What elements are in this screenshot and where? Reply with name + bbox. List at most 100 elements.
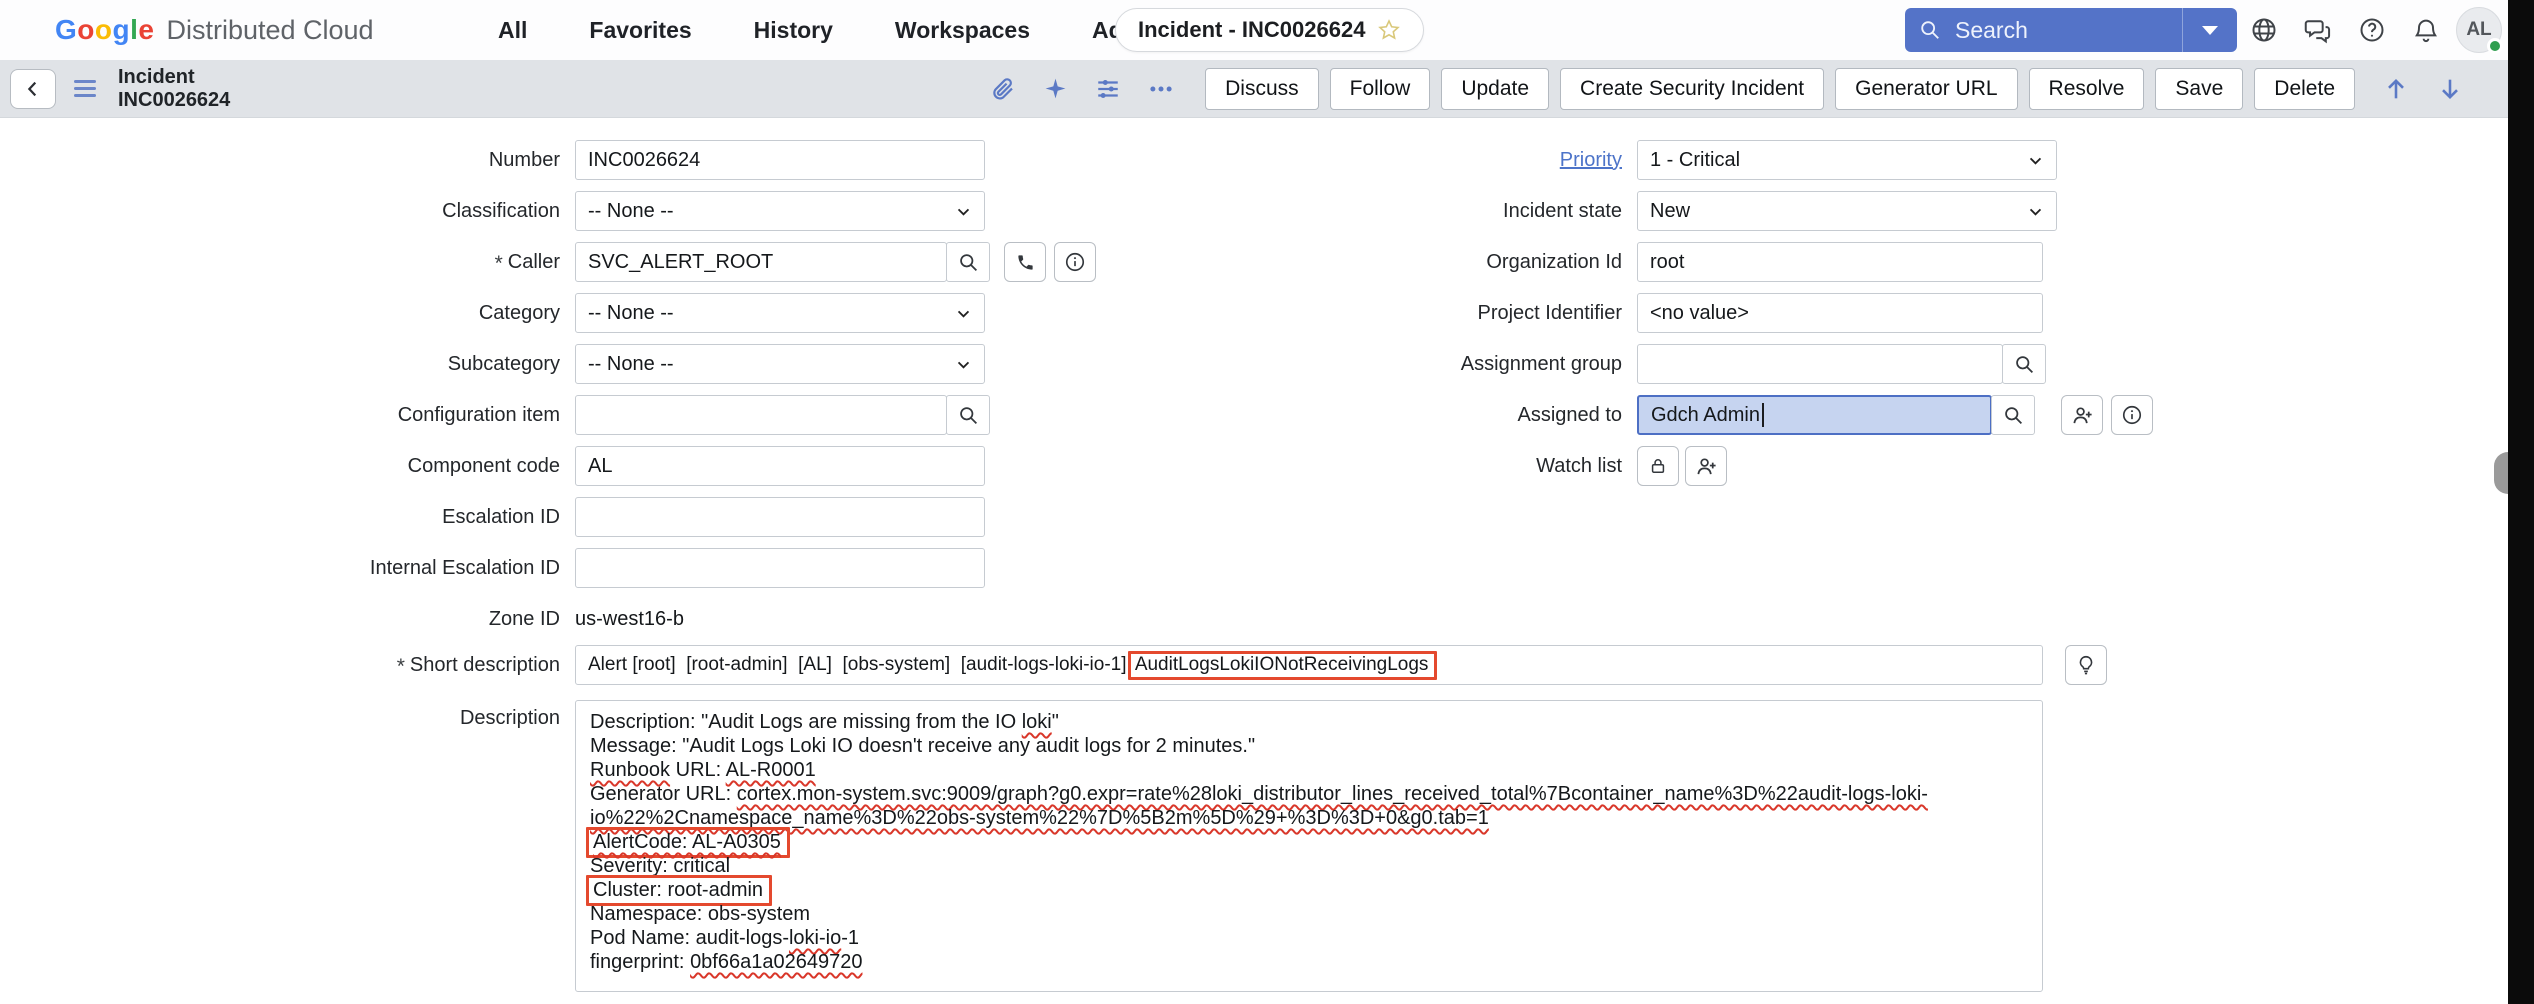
product-name: Distributed Cloud — [166, 15, 373, 46]
configuration-item-lookup-button[interactable] — [946, 395, 990, 435]
sliders-icon[interactable] — [1095, 76, 1121, 102]
nav-item-all[interactable]: All — [498, 17, 527, 44]
field-row-assigned-to: Assigned to Gdch Admin — [1372, 395, 2153, 435]
classification-select[interactable]: -- None -- — [575, 191, 985, 231]
back-button[interactable] — [10, 69, 56, 109]
organization-id-input[interactable]: root — [1637, 242, 2043, 282]
create-security-incident-button[interactable]: Create Security Incident — [1560, 68, 1824, 110]
paperclip-icon[interactable] — [990, 76, 1016, 102]
field-row-assignment-group: Assignment group — [1372, 344, 2046, 384]
global-search[interactable]: Search — [1905, 8, 2237, 52]
field-row-escalation-id: Escalation ID — [0, 497, 985, 537]
number-label: Number — [0, 149, 560, 172]
suggestion-lightbulb-button[interactable] — [2065, 645, 2107, 685]
action-bar-right: Discuss Follow Update Create Security In… — [990, 68, 2464, 110]
project-identifier-input[interactable]: <no value> — [1637, 293, 2043, 333]
delete-button[interactable]: Delete — [2254, 68, 2355, 110]
internal-escalation-id-input[interactable] — [575, 548, 985, 588]
escalation-id-label: Escalation ID — [0, 506, 560, 529]
top-navigation-bar: Google Distributed Cloud All Favorites H… — [0, 0, 2508, 60]
assignment-group-lookup-button[interactable] — [2002, 344, 2046, 384]
assigned-to-info-button[interactable] — [2111, 395, 2153, 435]
record-title: Incident INC0026624 — [118, 66, 230, 112]
short-description-input[interactable]: Alert [root] [root-admin] [AL] [obs-syst… — [575, 645, 2043, 685]
incident-form: Number INC0026624 Classification -- None… — [0, 118, 2508, 1004]
hamburger-menu-icon[interactable] — [74, 80, 96, 98]
record-action-bar: Incident INC0026624 Discuss Follow Updat… — [0, 60, 2508, 118]
field-row-subcategory: Subcategory -- None -- — [0, 344, 985, 384]
chevron-down-icon — [2027, 203, 2044, 220]
search-scope-dropdown[interactable] — [2183, 26, 2237, 35]
favorite-star-icon[interactable] — [1377, 18, 1401, 42]
incident-state-select[interactable]: New — [1637, 191, 2057, 231]
resolve-button[interactable]: Resolve — [2029, 68, 2145, 110]
project-identifier-label: Project Identifier — [1372, 302, 1622, 325]
caller-contact-button[interactable] — [1004, 242, 1046, 282]
priority-label: Priority — [1372, 149, 1622, 172]
escalation-id-input[interactable] — [575, 497, 985, 537]
description-textarea[interactable]: Description: "Audit Logs are missing fro… — [575, 700, 2043, 992]
context-record-pill[interactable]: Incident - INC0026624 — [1115, 8, 1424, 52]
back-chevron-icon — [22, 78, 44, 100]
priority-label-link[interactable]: Priority — [1560, 149, 1622, 171]
number-input[interactable]: INC0026624 — [575, 140, 985, 180]
arrow-up-icon[interactable] — [2382, 75, 2410, 103]
watch-list-add-person-button[interactable] — [1685, 446, 1727, 486]
user-avatar[interactable]: AL — [2456, 7, 2502, 53]
priority-value: 1 - Critical — [1650, 149, 1740, 172]
assignment-group-input[interactable] — [1637, 344, 2003, 384]
assigned-to-lookup-button[interactable] — [1991, 395, 2035, 435]
more-options-icon[interactable] — [1148, 76, 1174, 102]
nav-item-favorites[interactable]: Favorites — [589, 17, 691, 44]
assigned-to-add-person-button[interactable] — [2061, 395, 2103, 435]
configuration-item-input[interactable] — [575, 395, 947, 435]
subcategory-label: Subcategory — [0, 353, 560, 376]
lock-icon — [1648, 456, 1668, 476]
incident-state-value: New — [1650, 200, 1690, 223]
classification-value: -- None -- — [588, 200, 674, 223]
caller-lookup-button[interactable] — [946, 242, 990, 282]
component-code-input[interactable]: AL — [575, 446, 985, 486]
caller-label: *Caller — [0, 250, 560, 274]
zone-id-label: Zone ID — [0, 608, 560, 631]
subcategory-select[interactable]: -- None -- — [575, 344, 985, 384]
update-button[interactable]: Update — [1441, 68, 1549, 110]
globe-icon[interactable] — [2248, 14, 2280, 46]
search-icon — [1919, 19, 1941, 41]
bell-icon[interactable] — [2410, 14, 2442, 46]
context-pill-label: Incident - INC0026624 — [1138, 17, 1365, 43]
component-code-label: Component code — [0, 455, 560, 478]
assigned-to-label: Assigned to — [1372, 404, 1622, 427]
generator-url-button[interactable]: Generator URL — [1835, 68, 2017, 110]
nav-item-history[interactable]: History — [754, 17, 833, 44]
help-icon[interactable] — [2356, 14, 2388, 46]
configuration-item-label: Configuration item — [0, 404, 560, 427]
avatar-initials: AL — [2466, 19, 2491, 41]
caller-input[interactable]: SVC_ALERT_ROOT — [575, 242, 947, 282]
save-button[interactable]: Save — [2155, 68, 2243, 110]
category-select[interactable]: -- None -- — [575, 293, 985, 333]
priority-select[interactable]: 1 - Critical — [1637, 140, 2057, 180]
caller-info-button[interactable] — [1054, 242, 1096, 282]
assignment-group-label: Assignment group — [1372, 353, 1622, 376]
field-row-description: Description — [0, 700, 560, 730]
follow-button[interactable]: Follow — [1330, 68, 1431, 110]
incident-state-label: Incident state — [1372, 200, 1622, 223]
watch-list-lock-button[interactable] — [1637, 446, 1679, 486]
field-row-watch-list: Watch list — [1372, 446, 1727, 486]
chat-icon[interactable] — [2302, 14, 2334, 46]
search-icon — [2003, 405, 2024, 426]
search-icon — [2014, 354, 2035, 375]
person-add-icon — [2071, 404, 2094, 427]
scrollbar-thumb[interactable] — [2494, 452, 2508, 494]
discuss-button[interactable]: Discuss — [1205, 68, 1319, 110]
assigned-to-input[interactable]: Gdch Admin — [1637, 395, 1992, 435]
nav-item-workspaces[interactable]: Workspaces — [895, 17, 1030, 44]
chevron-down-icon — [955, 356, 972, 373]
field-row-classification: Classification -- None -- — [0, 191, 985, 231]
subcategory-value: -- None -- — [588, 353, 674, 376]
arrow-down-icon[interactable] — [2436, 75, 2464, 103]
zone-id-value: us-west16-b — [575, 608, 684, 631]
utility-icons — [2248, 0, 2442, 60]
sparkle-icon[interactable] — [1043, 76, 1068, 101]
